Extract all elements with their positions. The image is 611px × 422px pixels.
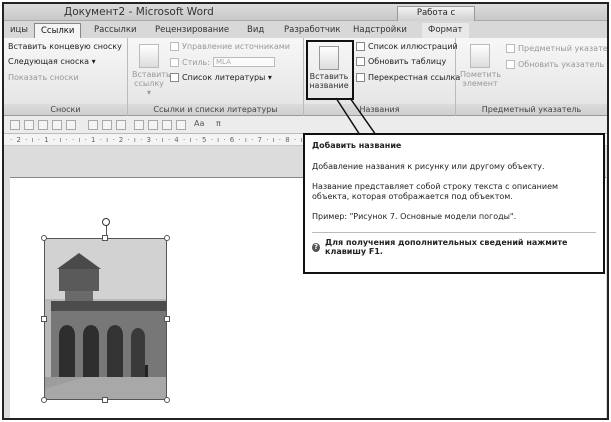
- title-bar: Документ2 - Microsoft Word Работа с рису…: [4, 4, 607, 31]
- group-label-captions: Названия: [304, 104, 455, 115]
- tab-insert-truncated[interactable]: ицы: [4, 23, 34, 38]
- bibliography-label: Список литературы ▾: [182, 73, 272, 82]
- group-footnotes: Вставить концевую сноску Следующая сноск…: [4, 38, 128, 116]
- toolbar-icon-2[interactable]: [24, 120, 34, 130]
- tab-addins[interactable]: Надстройки: [347, 23, 413, 38]
- group-citations: Вставить ссылку ▾ Управление источниками…: [128, 38, 304, 116]
- table-of-figures-icon: [356, 42, 365, 51]
- tab-format[interactable]: Формат: [422, 23, 469, 38]
- insert-endnote-button[interactable]: Вставить концевую сноску: [8, 42, 122, 51]
- cross-reference-label: Перекрестная ссылка: [368, 73, 461, 82]
- mark-entry-label: Пометить элемент: [460, 70, 502, 88]
- tab-mailings[interactable]: Рассылки: [88, 23, 142, 38]
- resize-handle-w[interactable]: [41, 316, 47, 322]
- group-index: Пометить элемент Предметный указатель Об…: [456, 38, 607, 116]
- resize-handle-sw[interactable]: [41, 397, 47, 403]
- tooltip-help: ? Для получения дополнительных сведений …: [312, 238, 596, 256]
- resize-handle-n[interactable]: [102, 235, 108, 241]
- group-label-index: Предметный указатель: [456, 104, 607, 115]
- insert-caption-highlight: [306, 40, 354, 100]
- insert-citation-icon: [139, 44, 159, 68]
- insert-citation-label: Вставить ссылку ▾: [132, 70, 171, 97]
- formatting-toolbar: Aa π: [4, 116, 607, 134]
- insert-index-button[interactable]: Предметный указатель: [506, 44, 609, 53]
- bibliography-button[interactable]: Список литературы ▾: [170, 73, 272, 82]
- picture-tools-header: Работа с рисунками: [397, 6, 475, 31]
- help-icon: ?: [312, 242, 321, 252]
- toolbar-icon-12[interactable]: [176, 120, 186, 130]
- toolbar-icon-8[interactable]: [116, 120, 126, 130]
- show-notes-button[interactable]: Показать сноски: [8, 73, 79, 82]
- window-title: Документ2 - Microsoft Word: [64, 6, 214, 18]
- resize-handle-e[interactable]: [164, 316, 170, 322]
- toolbar-icon-5[interactable]: [66, 120, 76, 130]
- toolbar-icon-3[interactable]: [38, 120, 48, 130]
- manage-sources-label: Управление источниками: [182, 42, 291, 51]
- toolbar-icon-6[interactable]: [88, 120, 98, 130]
- selected-picture[interactable]: [41, 218, 170, 403]
- insert-index-label: Предметный указатель: [518, 44, 609, 53]
- tooltip-line-1: Добавление названия к рисунку или другом…: [312, 162, 545, 171]
- show-notes-label: Показать сноски: [8, 73, 79, 82]
- insert-endnote-label: Вставить концевую сноску: [8, 42, 122, 51]
- manage-sources-icon: [170, 42, 179, 51]
- tooltip-line-2: Название представляет собой строку текст…: [312, 182, 559, 201]
- update-table-label: Обновить таблицу: [368, 57, 447, 66]
- group-label-footnotes: Сноски: [4, 104, 127, 115]
- update-table-button[interactable]: Обновить таблицу: [356, 57, 446, 66]
- mark-entry-button[interactable]: Пометить элемент: [460, 44, 502, 88]
- update-index-button[interactable]: Обновить указатель: [506, 60, 604, 69]
- insert-table-of-figures-button[interactable]: Список иллюстраций: [356, 42, 458, 51]
- resize-handle-nw[interactable]: [41, 235, 47, 241]
- update-index-label: Обновить указатель: [518, 60, 605, 69]
- resize-handle-se[interactable]: [164, 397, 170, 403]
- next-footnote-label: Следующая сноска ▾: [8, 57, 96, 66]
- citation-style-selector[interactable]: Стиль: MLA: [170, 57, 275, 67]
- rotation-handle[interactable]: [102, 218, 110, 226]
- next-footnote-button[interactable]: Следующая сноска ▾: [8, 57, 96, 66]
- tooltip-line-3: Пример: "Рисунок 7. Основные модели пого…: [312, 212, 517, 221]
- cross-reference-button[interactable]: Перекрестная ссылка: [356, 73, 460, 82]
- fort-photo-drawing: [45, 239, 166, 399]
- toolbar-icon-10[interactable]: [148, 120, 158, 130]
- tab-references[interactable]: Ссылки: [34, 23, 82, 38]
- tooltip-help-text: Для получения дополнительных сведений на…: [325, 238, 568, 256]
- toolbar-icon-4[interactable]: [52, 120, 62, 130]
- insert-citation-button[interactable]: Вставить ссылку ▾: [132, 44, 171, 97]
- bold-icon[interactable]: [102, 120, 112, 130]
- fort-photo: [44, 238, 167, 400]
- toolbar-icon-1[interactable]: [10, 120, 20, 130]
- tooltip-title: Добавить название: [312, 141, 402, 150]
- style-icon: [170, 57, 179, 67]
- insert-caption-tooltip: Добавить название Добавление названия к …: [303, 133, 605, 274]
- bibliography-icon: [170, 73, 179, 82]
- tab-developer[interactable]: Разработчик: [278, 23, 347, 38]
- manage-sources-button[interactable]: Управление источниками: [170, 42, 290, 51]
- style-label: Стиль:: [182, 57, 210, 67]
- toolbar-icon-11[interactable]: [162, 120, 172, 130]
- tab-view[interactable]: Вид: [241, 23, 270, 38]
- tab-review[interactable]: Рецензирование: [149, 23, 235, 38]
- equation-button[interactable]: π: [216, 119, 221, 128]
- resize-handle-ne[interactable]: [164, 235, 170, 241]
- update-index-icon: [506, 60, 515, 69]
- style-dropdown[interactable]: MLA: [212, 57, 275, 67]
- change-case-button[interactable]: Aa: [194, 119, 204, 128]
- insert-index-icon: [506, 44, 515, 53]
- tooltip-separator: [312, 232, 596, 233]
- ribbon-tabs: ицы Ссылки Рассылки Рецензирование Вид Р…: [4, 21, 607, 38]
- toolbar-icon-9[interactable]: [134, 120, 144, 130]
- resize-handle-s[interactable]: [102, 397, 108, 403]
- cross-reference-icon: [356, 73, 365, 82]
- table-of-figures-label: Список иллюстраций: [368, 42, 458, 51]
- group-label-citations: Ссылки и списки литературы: [128, 104, 303, 115]
- update-table-icon: [356, 57, 365, 66]
- ribbon: Вставить концевую сноску Следующая сноск…: [4, 38, 607, 116]
- mark-entry-icon: [470, 44, 490, 68]
